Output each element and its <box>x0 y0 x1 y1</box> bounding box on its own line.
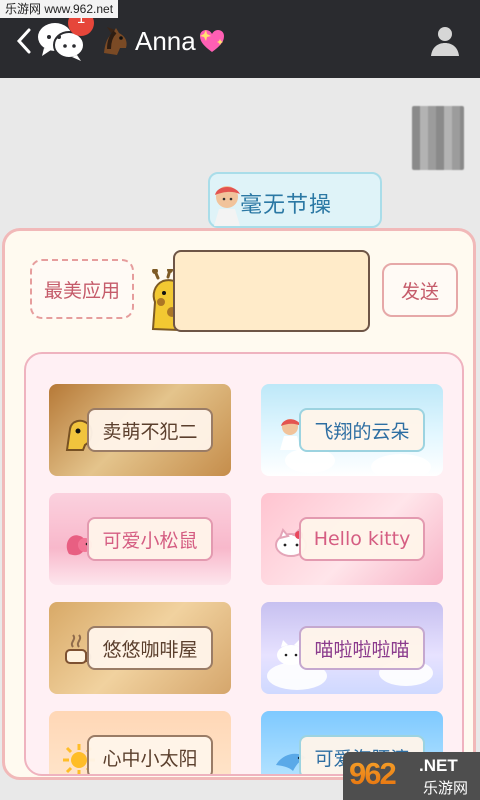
theme-card-1[interactable]: 飞翔的云朵 <box>261 384 443 476</box>
sent-message-text: 毫无节操 <box>240 193 333 218</box>
theme-label: 悠悠咖啡屋 <box>87 626 213 670</box>
theme-grid: 卖萌不犯二 飞翔的云朵 可爱小松鼠 Hello kitty 悠悠咖啡屋 喵啦啦啦… <box>24 352 464 776</box>
contact-name: Anna <box>135 26 196 56</box>
theme-card-0[interactable]: 卖萌不犯二 <box>49 384 231 476</box>
person-icon[interactable] <box>428 24 462 58</box>
send-button[interactable]: 发送 <box>382 263 458 317</box>
theme-card-4[interactable]: 悠悠咖啡屋 <box>49 602 231 694</box>
theme-card-3[interactable]: Hello kitty <box>261 493 443 585</box>
theme-label: 飞翔的云朵 <box>299 408 425 452</box>
sparkling-heart-icon <box>200 30 224 52</box>
chevron-left-icon <box>16 28 31 54</box>
bubble-style-panel: 最美应用 发送 卖萌不犯二 飞翔的云朵 可爱小松鼠 Hello kitty 悠悠… <box>2 228 476 780</box>
site-logo-number: 962 <box>349 756 413 794</box>
theme-card-6[interactable]: 心中小太阳 <box>49 711 231 774</box>
theme-label: 可爱小松鼠 <box>87 517 213 561</box>
site-logo-domain: .NET <box>419 756 458 775</box>
theme-card-2[interactable]: 可爱小松鼠 <box>49 493 231 585</box>
theme-label: 心中小太阳 <box>87 735 213 774</box>
site-logo-name: 乐游网 <box>423 779 469 797</box>
site-watermark: 乐游网 www.962.net <box>0 0 119 18</box>
message-input-box[interactable] <box>173 250 370 332</box>
sent-message-bubble[interactable]: 毫无节操 <box>208 172 382 228</box>
horse-emoji-icon <box>104 27 127 55</box>
theme-card-5[interactable]: 喵啦啦啦喵 <box>261 602 443 694</box>
theme-label: 卖萌不犯二 <box>87 408 213 452</box>
back-button[interactable] <box>10 24 38 58</box>
theme-label: 喵啦啦啦喵 <box>299 626 425 670</box>
theme-label: Hello kitty <box>299 517 425 561</box>
site-logo-watermark: 962 .NET 乐游网 <box>343 752 480 800</box>
style-name-button[interactable]: 最美应用 <box>30 259 134 319</box>
blurred-avatar[interactable] <box>412 106 464 170</box>
